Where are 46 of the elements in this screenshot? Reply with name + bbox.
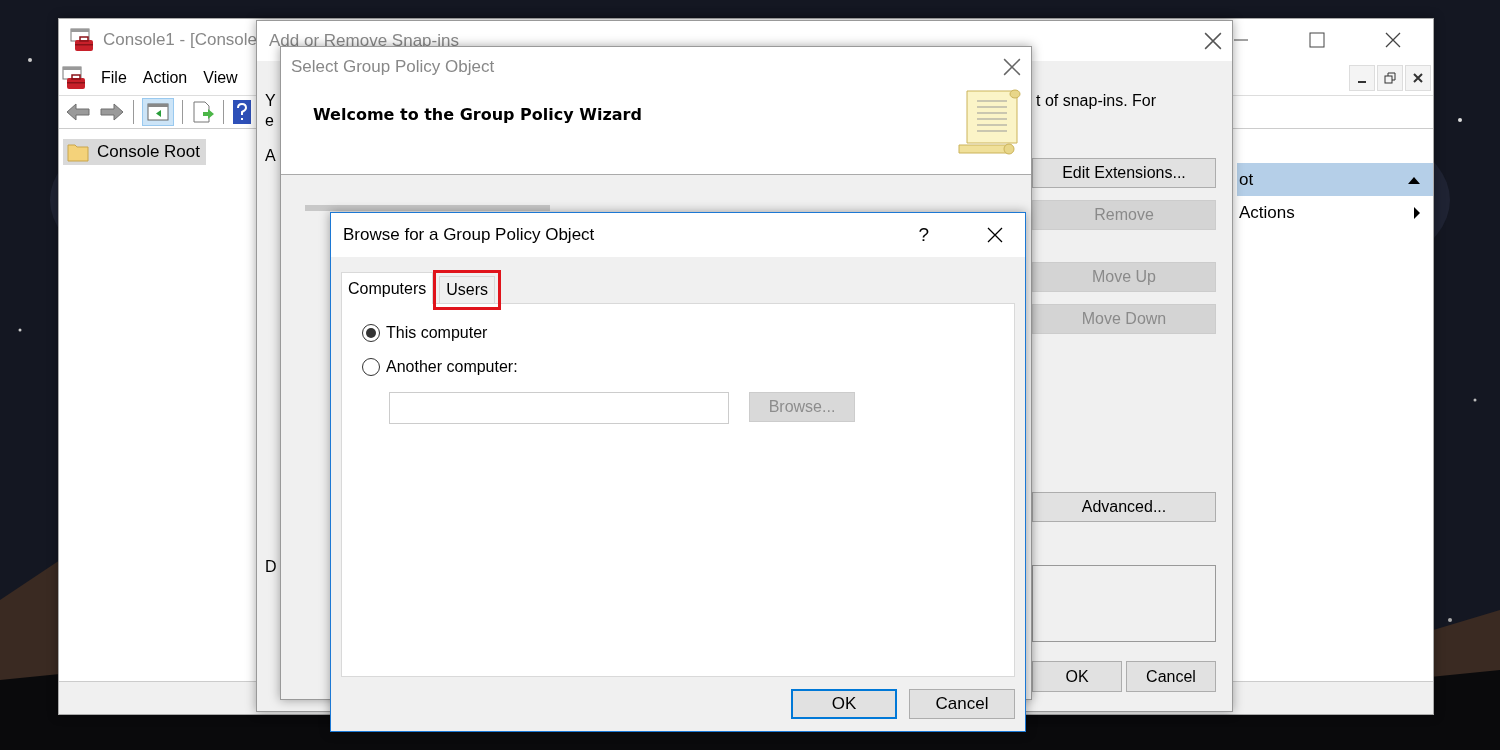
show-tree-button[interactable]	[142, 98, 174, 126]
forward-arrow-icon[interactable]	[99, 101, 125, 123]
radio-button[interactable]	[362, 358, 380, 376]
maximize-icon[interactable]	[1309, 32, 1325, 48]
dialog-button[interactable]: OK	[1032, 661, 1122, 692]
menu-item[interactable]: View	[201, 69, 240, 87]
wizard-heading: Welcome to the Group Policy Wizard	[313, 105, 642, 126]
text-fragment: e	[265, 111, 274, 131]
minimize-button[interactable]	[1349, 65, 1375, 91]
radio-option[interactable]: This computer	[362, 324, 994, 342]
dialog-button[interactable]: Cancel	[1126, 661, 1216, 692]
toolbox-icon	[69, 27, 95, 53]
radio-option[interactable]: Another computer:	[362, 358, 994, 376]
help-icon[interactable]	[232, 99, 252, 125]
close-icon[interactable]	[1204, 32, 1222, 50]
submenu-arrow-icon	[1413, 206, 1421, 220]
dialog-title: Add or Remove Snap-ins	[269, 31, 459, 51]
text-fragment: Y	[265, 91, 276, 111]
close-icon[interactable]	[987, 227, 1003, 243]
radio-button[interactable]	[362, 324, 380, 342]
dialog-button[interactable]: OK	[791, 689, 897, 719]
action-item[interactable]: Actions	[1237, 196, 1433, 230]
close-icon[interactable]	[1385, 32, 1401, 48]
minimize-icon	[1357, 81, 1367, 83]
back-arrow-icon[interactable]	[65, 101, 91, 123]
dialog-title: Select Group Policy Object	[291, 57, 495, 77]
close-button[interactable]	[1405, 65, 1431, 91]
menu-item[interactable]: Action	[140, 69, 190, 87]
restore-icon	[1384, 72, 1396, 84]
scroll-icon	[957, 87, 1021, 157]
menu-item[interactable]: File	[99, 69, 129, 87]
export-list-icon[interactable]	[191, 100, 215, 124]
window-title: Console1 - [Console	[103, 30, 258, 50]
tree-item[interactable]: Console Root	[63, 139, 206, 165]
actions-header[interactable]: ot	[1237, 163, 1433, 196]
dialog-title: Browse for a Group Policy Object	[343, 225, 595, 245]
text-fragment: D	[265, 557, 277, 577]
instruction-text: t of snap-ins. For	[1036, 91, 1158, 111]
dialog-button[interactable]: Advanced...	[1032, 492, 1216, 522]
close-icon	[1412, 72, 1424, 84]
help-button[interactable]: ?	[918, 224, 929, 246]
folder-icon	[67, 142, 89, 162]
dialog-button[interactable]: Edit Extensions...	[1032, 158, 1216, 188]
text-fragment: A	[265, 146, 276, 166]
dialog-button[interactable]: Cancel	[909, 689, 1015, 719]
tab[interactable]: Computers	[341, 272, 434, 304]
